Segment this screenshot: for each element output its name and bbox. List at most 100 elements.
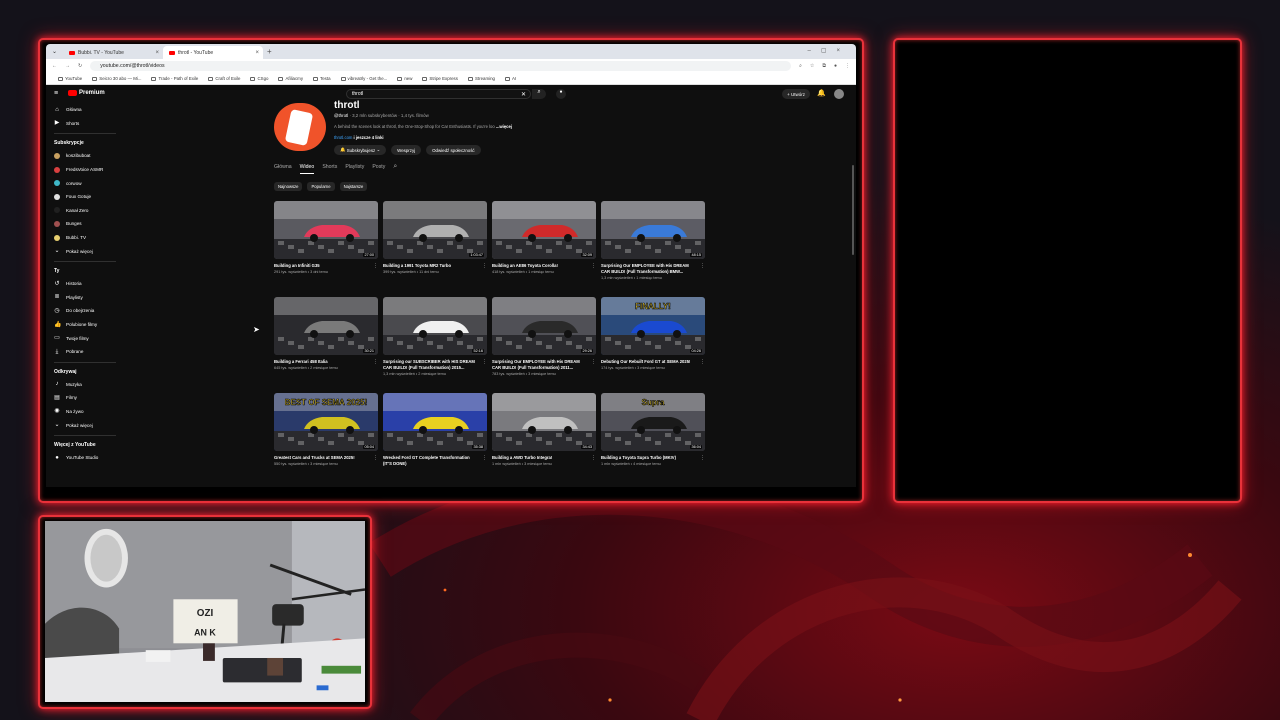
sidebar-item[interactable]: koszibuboat — [46, 149, 124, 163]
video-thumbnail[interactable]: 52:16 — [383, 297, 487, 355]
bookmark-item[interactable]: AI — [504, 76, 516, 81]
search-input[interactable]: throtl ✕ — [346, 89, 531, 99]
video-options-icon[interactable]: ⋮ — [700, 455, 705, 461]
bookmark-star-icon[interactable]: ☆ — [810, 63, 814, 69]
video-options-icon[interactable]: ⋮ — [482, 455, 487, 461]
channel-description[interactable]: A behind the scenes look at throtl, the … — [334, 124, 512, 129]
profile-icon[interactable]: ● — [834, 63, 837, 69]
video-options-icon[interactable]: ⋮ — [373, 455, 378, 461]
sidebar-item[interactable]: Kanał Zero — [46, 204, 124, 218]
sidebar-item[interactable]: ● YouTube Studio — [46, 451, 124, 465]
video-title[interactable]: Debuting Our Rebuilt Ford GT at SEMA 202… — [601, 359, 705, 365]
video-card[interactable]: 34:43 Building a AWD Turbo Integra! 1 mln … — [492, 393, 596, 485]
sidebar-item[interactable]: corwow — [46, 176, 124, 190]
clear-search-icon[interactable]: ✕ — [521, 91, 526, 98]
sidebar-item[interactable]: ⌂ Główna — [46, 103, 124, 117]
sidebar-item[interactable]: ▶ Shorts — [46, 117, 124, 131]
video-options-icon[interactable]: ⋮ — [482, 263, 487, 269]
video-options-icon[interactable]: ⋮ — [373, 359, 378, 365]
video-title[interactable]: Greatest Cars and Trucks at SEMA 2025! — [274, 455, 378, 461]
bookmark-item[interactable]: CSgo — [250, 76, 268, 81]
video-card[interactable]: 48:15 Surprising Our EMPLOYEE with His DR… — [601, 201, 705, 293]
bookmark-item[interactable]: Seicro 30 abo — Mi... — [92, 76, 141, 81]
tab-bubbi[interactable]: Bubbi. TV - YouTube × — [63, 46, 163, 59]
video-thumbnail[interactable]: 35:38 — [383, 393, 487, 451]
video-card[interactable]: 32:09 Building an AE86 Toyota Corolla! 418… — [492, 201, 596, 293]
sidebar-item[interactable]: ⌄ Pokaż więcej — [46, 244, 124, 258]
sidebar-item[interactable]: Bubbi. TV — [46, 231, 124, 245]
video-options-icon[interactable]: ⋮ — [373, 263, 378, 269]
menu-hamburger-icon[interactable]: ≡ — [54, 90, 58, 97]
video-title[interactable]: Surprising our SUBSCRIBER with HIS DREAM… — [383, 359, 487, 371]
menu-icon[interactable]: ⋮ — [845, 63, 850, 69]
section-explore[interactable]: Odkrywaj — [46, 366, 124, 378]
sidebar-item[interactable]: ≣ Playlisty — [46, 291, 124, 305]
bookmark-item[interactable]: Streaming — [467, 76, 495, 81]
sidebar-item[interactable]: ▤ Filmy — [46, 391, 124, 405]
video-options-icon[interactable]: ⋮ — [591, 263, 596, 269]
subscribed-button[interactable]: 🔔 Subskrybujesz ⌄ — [334, 145, 387, 155]
video-title[interactable]: Surprising Our EMPLOYEE with His DREAM C… — [492, 359, 596, 371]
bookmark-item[interactable]: Stripe Express — [422, 76, 458, 81]
video-thumbnail[interactable]: 29:26 — [492, 297, 596, 355]
sort-chip[interactable]: Najstarsze — [339, 182, 368, 191]
sidebar-item[interactable]: ◷ Do obejrzenia — [46, 304, 124, 318]
sidebar-item[interactable]: ↺ Historia — [46, 277, 124, 291]
video-options-icon[interactable]: ⋮ — [482, 359, 487, 365]
create-button[interactable]: + Utwórz — [782, 89, 810, 99]
video-card[interactable]: 30:21 Building a Ferrari 458 Italia 645 ty… — [274, 297, 378, 389]
video-card[interactable]: Supra 36:04 Building a Toyota Supra Turbo … — [601, 393, 705, 485]
video-title[interactable]: Building a Ferrari 458 Italia — [274, 359, 378, 365]
video-thumbnail[interactable]: 30:21 — [274, 297, 378, 355]
video-options-icon[interactable]: ⋮ — [700, 359, 705, 365]
sidebar-item[interactable]: FredsVoice ASMR — [46, 163, 124, 177]
video-card[interactable]: 35:38 Wrecked Ford GT Complete Transforma… — [383, 393, 487, 485]
sidebar-item[interactable]: ⌄ Pokaż więcej — [46, 418, 124, 432]
tab-list-icon[interactable]: ⌄ — [52, 48, 57, 55]
channel-tab[interactable]: Wideo — [299, 164, 315, 174]
video-options-icon[interactable]: ⋮ — [591, 455, 596, 461]
video-title[interactable]: Surprising Our EMPLOYEE with His DREAM C… — [601, 263, 705, 275]
section-subscriptions[interactable]: Subskrypcje — [46, 137, 124, 149]
back-icon[interactable]: ← — [52, 63, 57, 69]
video-title[interactable]: Building an AE86 Toyota Corolla! — [492, 263, 596, 269]
bookmark-item[interactable]: new — [397, 76, 412, 81]
sidebar-item[interactable]: Bunges — [46, 217, 124, 231]
window-controls[interactable]: –▢× — [807, 47, 850, 54]
video-thumbnail[interactable]: FINALLY! 04:26 — [601, 297, 705, 355]
sidebar-item[interactable]: ◉ Na żywo — [46, 405, 124, 419]
support-button[interactable]: Wesprzyj — [391, 145, 422, 155]
video-title[interactable]: Building a Toyota Supra Turbo (MKIV) — [601, 455, 705, 461]
search-button[interactable]: ⌕ — [532, 89, 546, 99]
sidebar-item[interactable]: ⤓ Pobrane — [46, 345, 124, 359]
channel-search-icon[interactable]: ⌕ — [393, 163, 397, 174]
close-tab-icon[interactable]: × — [156, 50, 160, 56]
channel-links[interactable]: throtl.com i jeszcze 4 linki — [334, 135, 384, 140]
channel-tab[interactable]: Shorts — [322, 164, 337, 174]
channel-tab[interactable]: Główna — [274, 164, 292, 174]
video-card[interactable]: 1:03:47 Building a 1991 Toyota MR2 Turbo 3… — [383, 201, 487, 293]
sidebar-item[interactable]: 👍 Polubione filmy — [46, 318, 124, 332]
sidebar-item[interactable]: Foux Gotuje — [46, 190, 124, 204]
video-thumbnail[interactable]: Supra 36:04 — [601, 393, 705, 451]
video-card[interactable]: BEST OF SEMA 2025! 05:04 Greatest Cars and… — [274, 393, 378, 485]
bookmark-item[interactable]: Trade - Path of Exile — [151, 76, 198, 81]
section-more-youtube[interactable]: Więcej z YouTube — [46, 439, 124, 451]
video-thumbnail[interactable]: 34:43 — [492, 393, 596, 451]
bookmark-item[interactable]: Afiliacmy — [278, 76, 303, 81]
sidebar-item[interactable]: ▭ Twoje filmy — [46, 331, 124, 345]
more-links[interactable]: i jeszcze 4 linki — [352, 135, 384, 140]
bookmark-item[interactable]: Craft of Exile — [208, 76, 240, 81]
bookmark-item[interactable]: Testa — [313, 76, 331, 81]
tab-throtl[interactable]: throtl - YouTube × — [163, 46, 264, 59]
video-thumbnail[interactable]: 48:15 — [601, 201, 705, 259]
video-card[interactable]: 27:00 Building an Infiniti G35 291 tys. wy… — [274, 201, 378, 293]
sidebar-item[interactable]: ♪ Muzyka — [46, 378, 124, 392]
desc-more-link[interactable]: ...więcej — [496, 124, 512, 129]
video-title[interactable]: Building a AWD Turbo Integra! — [492, 455, 596, 461]
video-options-icon[interactable]: ⋮ — [591, 359, 596, 365]
video-thumbnail[interactable]: 1:03:47 — [383, 201, 487, 259]
address-bar[interactable]: youtube.com/@throtl/videos — [90, 61, 792, 71]
video-card[interactable]: 52:16 Surprising our SUBSCRIBER with HIS … — [383, 297, 487, 389]
video-title[interactable]: Wrecked Ford GT Complete Transformation … — [383, 455, 487, 467]
